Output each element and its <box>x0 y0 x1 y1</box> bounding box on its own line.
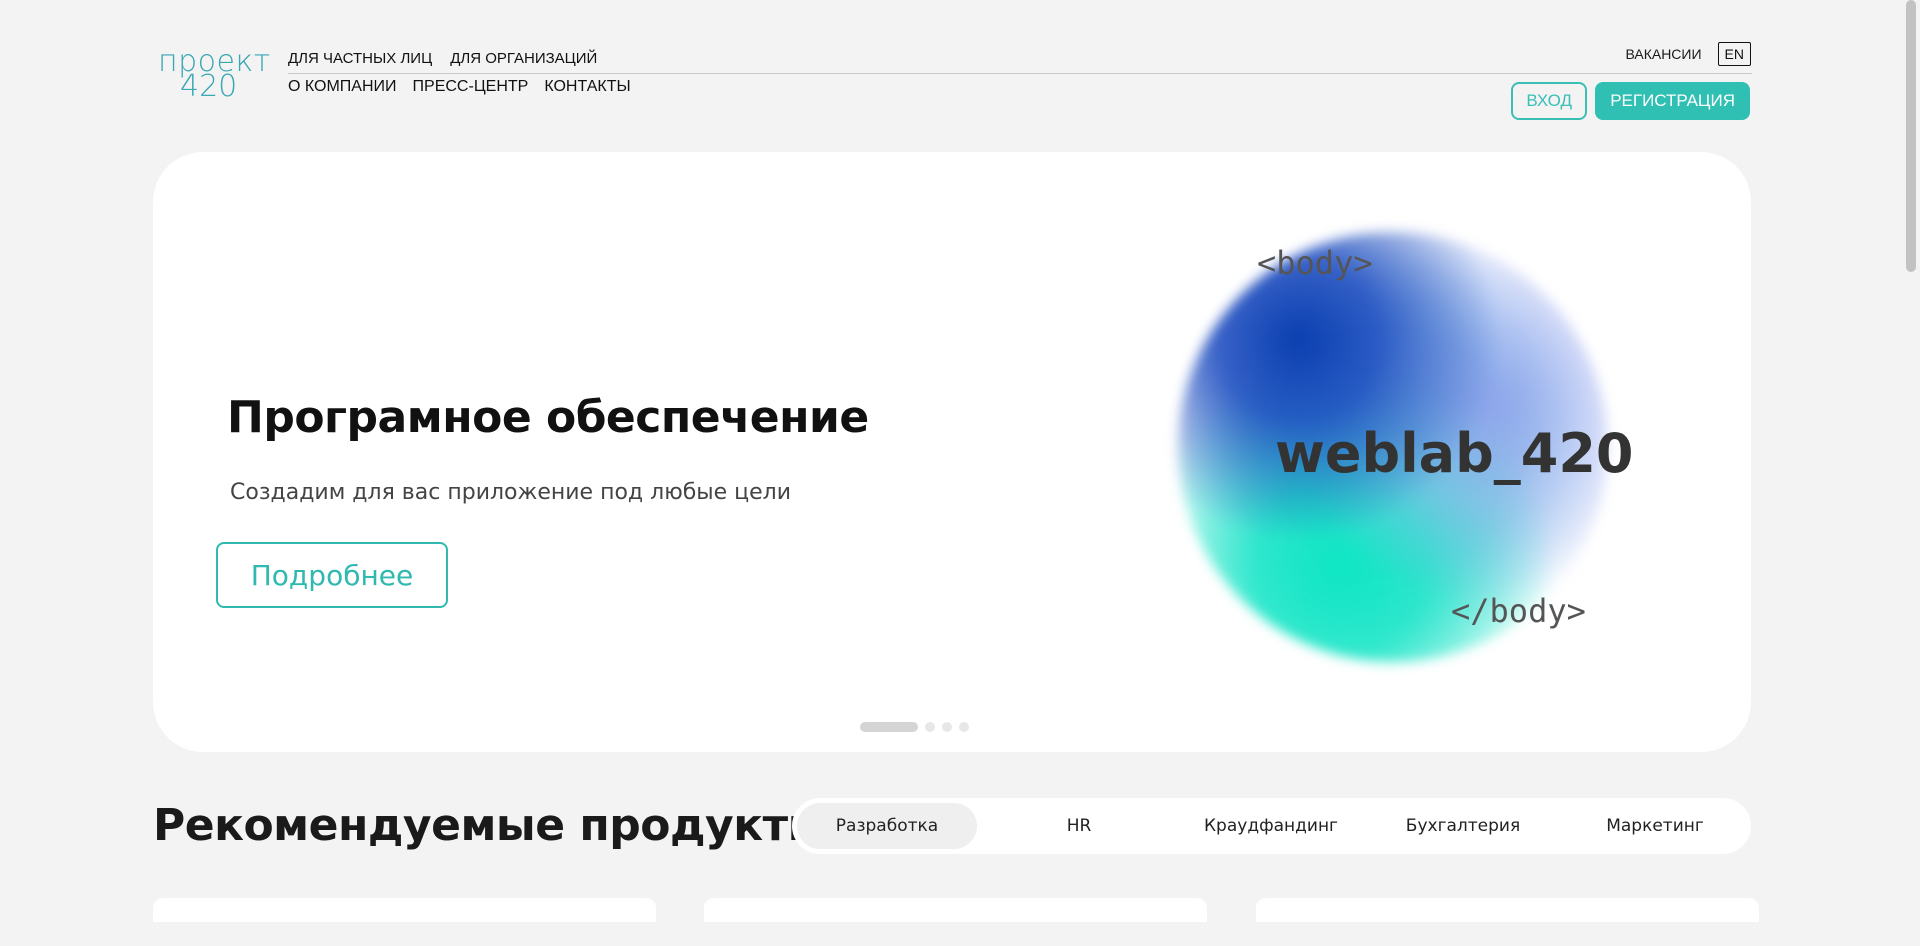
language-button[interactable]: EN <box>1717 42 1751 66</box>
vacancies-link[interactable]: вакансии <box>1625 46 1701 62</box>
page: проект 420 для частных лиц для организац… <box>0 0 1920 946</box>
nav-about[interactable]: о компании <box>288 78 397 96</box>
tab-accounting[interactable]: Бухгалтерия <box>1373 803 1553 849</box>
code-close-tag: </body> <box>1451 592 1586 630</box>
nav-organizations[interactable]: для организаций <box>450 50 597 67</box>
nav-top: для частных лиц для организаций <box>288 50 597 67</box>
tab-development[interactable]: Разработка <box>797 803 977 849</box>
slider-dot-1[interactable] <box>860 722 918 732</box>
tab-crowdfunding[interactable]: Краудфандинг <box>1181 803 1361 849</box>
nav-press[interactable]: пресс-центр <box>413 78 529 96</box>
scrollbar[interactable] <box>1903 0 1920 946</box>
logo[interactable]: проект 420 <box>158 47 271 101</box>
more-button[interactable]: Подробнее <box>216 542 448 608</box>
auth-buttons: вход регистрация <box>1511 82 1750 120</box>
nav-bottom: о компании пресс-центр контакты <box>288 78 631 96</box>
slider-dot-4[interactable] <box>959 722 969 732</box>
register-button[interactable]: регистрация <box>1595 82 1750 120</box>
nav-contacts[interactable]: контакты <box>544 78 630 96</box>
product-card[interactable] <box>704 898 1207 922</box>
weblab-brand: weblab_420 <box>1275 422 1634 485</box>
top-right: вакансии EN <box>1625 42 1751 66</box>
hero-title: Програмное обеспечение <box>227 392 869 443</box>
hero-subtitle: Создадим для вас приложение под любые це… <box>230 480 792 505</box>
slider-dots <box>860 722 969 732</box>
nav-divider <box>288 73 1752 74</box>
products-title: Рекомендуемые продукты <box>153 800 827 851</box>
product-tabs: Разработка HR Краудфандинг Бухгалтерия М… <box>792 798 1751 854</box>
login-button[interactable]: вход <box>1511 82 1588 120</box>
product-card[interactable] <box>1256 898 1759 922</box>
scrollbar-thumb[interactable] <box>1906 0 1916 272</box>
hero-slider: Програмное обеспечение Создадим для вас … <box>153 152 1751 752</box>
nav-private[interactable]: для частных лиц <box>288 50 432 67</box>
product-card[interactable] <box>153 898 656 922</box>
tab-hr[interactable]: HR <box>989 803 1169 849</box>
slider-dot-2[interactable] <box>925 722 935 732</box>
tab-marketing[interactable]: Маркетинг <box>1565 803 1745 849</box>
code-open-tag: <body> <box>1257 244 1373 282</box>
slider-dot-3[interactable] <box>942 722 952 732</box>
